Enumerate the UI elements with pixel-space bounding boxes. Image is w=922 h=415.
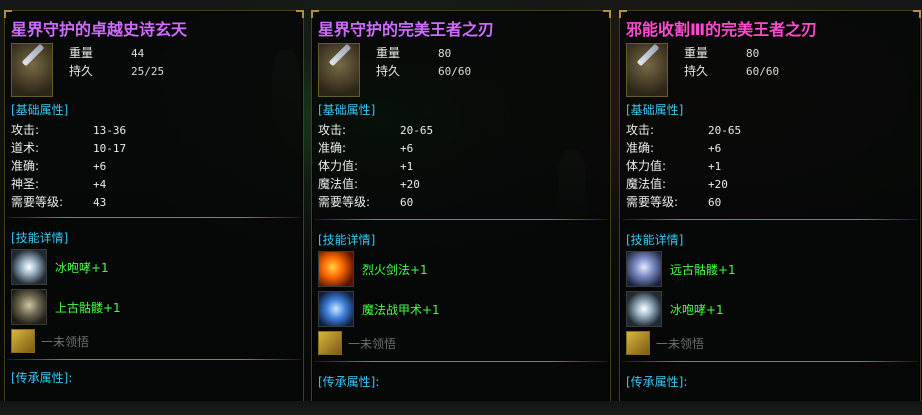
attribute-row: 攻击: 20-65 xyxy=(318,123,434,137)
skill-name: 远古骷髅+1 xyxy=(670,263,736,277)
section-divider xyxy=(622,219,918,220)
locked-skill-icon xyxy=(318,331,342,355)
attribute-row: 需要等级: 43 xyxy=(11,195,107,209)
durability-value: 60/60 xyxy=(438,65,472,78)
weight-value: 44 xyxy=(131,47,145,60)
frost-roar-icon xyxy=(626,291,662,327)
weight-label: 重量 xyxy=(69,46,94,60)
blade-item-icon xyxy=(626,43,668,97)
skeleton-icon xyxy=(11,289,47,325)
bottom-status-bar xyxy=(0,401,922,415)
attribute-row: 体力值: +1 xyxy=(626,159,722,173)
item-tooltip-panel-3: 邪能收割Ⅲ的完美王者之刃 重量 80 持久 60/60 [基础属性] 攻击: 20-6… xyxy=(619,10,921,415)
panel-corner xyxy=(603,10,611,18)
weight-row: 重量 80 xyxy=(684,44,759,61)
attribute-row: 魔法值: +20 xyxy=(626,177,728,191)
durability-label: 持久 xyxy=(684,64,709,78)
durability-row: 持久 60/60 xyxy=(684,62,779,79)
unrealized-label: 一未领悟 xyxy=(41,335,90,349)
frost-roar-icon xyxy=(11,249,47,285)
item-title: 邪能收割Ⅲ的完美王者之刃 xyxy=(626,20,818,39)
weight-row: 重量 80 xyxy=(376,44,451,61)
skill-name: 上古骷髅+1 xyxy=(55,301,121,315)
inherit-attributes-heading: [传承属性]: xyxy=(318,375,380,389)
locked-skill-icon xyxy=(626,331,650,355)
durability-row: 持久 25/25 xyxy=(69,62,164,79)
section-divider xyxy=(7,217,301,218)
durability-label: 持久 xyxy=(69,64,94,78)
weight-row: 重量 44 xyxy=(69,44,144,61)
item-tooltip-panel-1: 星界守护的卓越史诗玄天 重量 44 持久 25/25 [基础属性] 攻击: 13-36… xyxy=(4,10,304,415)
attribute-row: 体力值: +1 xyxy=(318,159,414,173)
skill-name: 烈火剑法+1 xyxy=(362,263,428,277)
weight-label: 重量 xyxy=(684,46,709,60)
attribute-row: 道术: 10-17 xyxy=(11,141,127,155)
item-title: 星界守护的卓越史诗玄天 xyxy=(11,20,188,39)
staff-item-icon xyxy=(11,43,53,97)
skill-details-heading: [技能详情] xyxy=(11,231,69,245)
blade-item-icon xyxy=(318,43,360,97)
skill-name: 冰咆哮+1 xyxy=(670,303,724,317)
unrealized-label: 一未领悟 xyxy=(348,337,397,351)
item-tooltip-panel-2: 星界守护的完美王者之刃 重量 80 持久 60/60 [基础属性] 攻击: 20-65… xyxy=(311,10,611,415)
durability-value: 25/25 xyxy=(131,65,165,78)
fire-sword-icon xyxy=(318,251,354,287)
base-attributes-heading: [基础属性] xyxy=(318,103,376,117)
section-divider xyxy=(7,359,301,360)
attribute-row: 准确: +6 xyxy=(626,141,722,155)
inherit-attributes-heading: [传承属性]: xyxy=(626,375,688,389)
locked-skill-icon xyxy=(11,329,35,353)
weight-label: 重量 xyxy=(376,46,401,60)
durability-label: 持久 xyxy=(376,64,401,78)
magic-armor-icon xyxy=(318,291,354,327)
skill-name: 魔法战甲术+1 xyxy=(362,303,440,317)
attribute-row: 准确: +6 xyxy=(11,159,107,173)
inherit-attributes-heading: [传承属性]: xyxy=(11,371,73,385)
base-attributes-heading: [基础属性] xyxy=(626,103,684,117)
attribute-row: 攻击: 20-65 xyxy=(626,123,742,137)
section-divider xyxy=(314,361,608,362)
item-title: 星界守护的完美王者之刃 xyxy=(318,20,495,39)
panel-corner xyxy=(913,10,921,18)
ancient-skeleton-icon xyxy=(626,251,662,287)
durability-value: 60/60 xyxy=(746,65,780,78)
panel-corner xyxy=(296,10,304,18)
skill-name: 冰咆哮+1 xyxy=(55,261,109,275)
base-attributes-heading: [基础属性] xyxy=(11,103,69,117)
game-scene: 星界守护的卓越史诗玄天 重量 44 持久 25/25 [基础属性] 攻击: 13-36… xyxy=(0,0,922,415)
attribute-row: 魔法值: +20 xyxy=(318,177,420,191)
attribute-row: 准确: +6 xyxy=(318,141,414,155)
section-divider xyxy=(622,361,918,362)
skill-details-heading: [技能详情] xyxy=(318,233,376,247)
weight-value: 80 xyxy=(746,47,760,60)
attribute-row: 需要等级: 60 xyxy=(318,195,414,209)
section-divider xyxy=(314,219,608,220)
unrealized-label: 一未领悟 xyxy=(656,337,705,351)
attribute-row: 神圣: +4 xyxy=(11,177,107,191)
attribute-row: 攻击: 13-36 xyxy=(11,123,127,137)
attribute-row: 需要等级: 60 xyxy=(626,195,722,209)
durability-row: 持久 60/60 xyxy=(376,62,471,79)
skill-details-heading: [技能详情] xyxy=(626,233,684,247)
weight-value: 80 xyxy=(438,47,452,60)
